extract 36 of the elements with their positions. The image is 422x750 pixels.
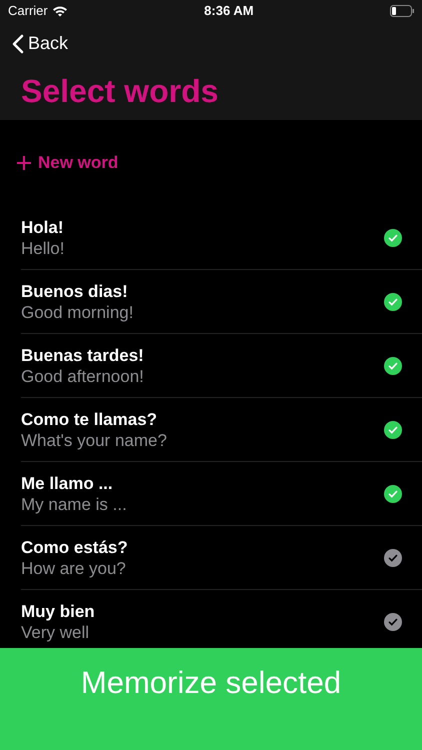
word-text: Buenos dias!	[21, 280, 129, 302]
battery-icon	[390, 5, 414, 17]
word-text: Como te llamas?	[21, 408, 158, 430]
chevron-left-icon	[12, 34, 24, 54]
word-text: Me llamo ...	[21, 472, 114, 494]
word-row[interactable]: Buenos dias! Good morning!	[21, 270, 422, 334]
plus-icon	[16, 155, 32, 171]
translation-text: Good afternoon!	[21, 366, 144, 386]
check-icon[interactable]	[384, 356, 402, 374]
word-text: Buenas tardes!	[21, 344, 144, 366]
word-text: Hola!	[21, 216, 64, 238]
translation-text: Hello!	[21, 238, 64, 258]
clock-label: 8:36 AM	[204, 2, 254, 20]
check-icon[interactable]	[384, 484, 402, 502]
wifi-icon	[52, 5, 68, 17]
word-row[interactable]: Hola! Hello!	[21, 206, 422, 270]
page-title: Select words	[21, 72, 220, 110]
word-row[interactable]: Me llamo ... My name is ...	[21, 462, 422, 526]
new-word-button[interactable]: New word	[16, 150, 118, 176]
check-icon[interactable]	[384, 228, 402, 246]
check-icon[interactable]	[384, 292, 402, 310]
check-icon[interactable]	[384, 612, 402, 630]
translation-text: Very well	[21, 622, 90, 642]
check-icon[interactable]	[384, 548, 402, 566]
word-row[interactable]: Como estás? How are you?	[21, 526, 422, 590]
word-row[interactable]: Buenas tardes! Good afternoon!	[21, 334, 422, 398]
back-button[interactable]: Back	[12, 30, 68, 57]
word-row[interactable]: Como te llamas? What's your name?	[21, 398, 422, 462]
translation-text: My name is ...	[21, 494, 127, 514]
carrier-label: Carrier	[8, 2, 48, 20]
word-text: Como estás?	[21, 536, 128, 558]
translation-text: What's your name?	[21, 430, 167, 450]
check-icon[interactable]	[384, 420, 402, 438]
translation-text: How are you?	[21, 558, 127, 578]
word-text: Muy bien	[21, 600, 95, 622]
translation-text: Good morning!	[21, 302, 134, 322]
